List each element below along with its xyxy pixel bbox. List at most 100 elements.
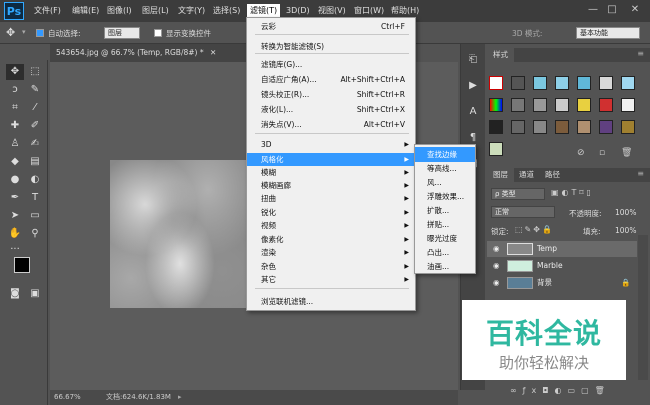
blur-tool-icon[interactable]: ● [6, 172, 24, 188]
move-tool-icon[interactable]: ✥ [6, 64, 24, 80]
tab-paths[interactable]: 路径 [539, 168, 566, 182]
filter-menu-item[interactable]: 杂色 ▶ [247, 260, 415, 273]
eraser-tool-icon[interactable]: ◆ [6, 154, 24, 170]
more-tools-icon[interactable]: ··· [6, 242, 24, 258]
layer-row[interactable]: ◉ Marble [487, 258, 637, 274]
style-swatch[interactable] [599, 120, 613, 134]
style-swatch[interactable] [621, 98, 635, 112]
style-swatch-none[interactable] [489, 76, 503, 90]
style-swatch[interactable] [555, 76, 569, 90]
style-swatch[interactable] [511, 76, 525, 90]
layers-footer-icons[interactable]: ∞ƒx◘◐▭▢🗑 [510, 386, 640, 400]
history-brush-icon[interactable]: ✍ [26, 136, 44, 152]
style-swatch[interactable] [599, 98, 613, 112]
stylize-menu-item[interactable]: 凸出... [415, 245, 475, 260]
stylize-menu-item[interactable]: 查找边缘 [415, 147, 475, 162]
style-swatch[interactable] [533, 120, 547, 134]
filter-menu-item[interactable]: 扭曲 ▶ [247, 192, 415, 205]
panel-menu-icon[interactable]: ≡ [637, 49, 644, 58]
stylize-menu-item[interactable]: 曝光过度 [415, 231, 475, 246]
type-tool-icon[interactable]: T [26, 190, 44, 206]
eye-icon[interactable]: ◉ [493, 275, 500, 291]
path-select-icon[interactable]: ➤ [6, 208, 24, 224]
filter-menu-item[interactable]: 自适应广角(A)... Alt+Shift+Ctrl+A [247, 73, 415, 86]
close-icon[interactable]: ✕ [210, 48, 216, 57]
filter-menu-item[interactable]: 锐化 ▶ [247, 206, 415, 219]
chevron-down-icon[interactable]: ▾ [22, 28, 26, 36]
move-tool-icon[interactable]: ✥ [6, 26, 15, 39]
style-swatch[interactable] [489, 120, 503, 134]
menu-filter[interactable]: 滤镜(T) [247, 4, 281, 18]
hand-tool-icon[interactable]: ✋ [6, 226, 24, 242]
style-swatch[interactable] [621, 120, 635, 134]
pen-tool-icon[interactable]: ✒ [6, 190, 24, 206]
style-swatch[interactable] [511, 120, 525, 134]
menu-file[interactable]: 文件(F) [31, 4, 64, 18]
layer-filter-dropdown[interactable]: ρ 类型 [491, 188, 545, 200]
eye-icon[interactable]: ◉ [493, 241, 500, 257]
style-swatch[interactable] [489, 98, 503, 112]
filter-menu-item[interactable]: 3D ▶ [247, 138, 415, 151]
brush-tool-icon[interactable]: ✐ [26, 118, 44, 134]
menu-select[interactable]: 选择(S) [210, 4, 243, 18]
filter-menu-item[interactable]: 渲染 ▶ [247, 246, 415, 259]
eyedropper-tool-icon[interactable]: ⁄ [26, 100, 44, 116]
style-swatch[interactable] [555, 120, 569, 134]
opacity-value[interactable]: 100% [615, 208, 636, 217]
healing-brush-icon[interactable]: ✚ [6, 118, 24, 134]
character-icon[interactable]: A [464, 104, 482, 120]
clear-style-icon[interactable]: ⊘ [577, 148, 585, 158]
new-style-icon[interactable]: ▫ [599, 148, 605, 158]
style-swatch[interactable] [511, 98, 525, 112]
menu-view[interactable]: 视图(V) [315, 4, 349, 18]
tab-styles[interactable]: 样式 [487, 48, 514, 62]
zoom-level[interactable]: 66.67% [54, 390, 81, 405]
menu-edit[interactable]: 编辑(E) [69, 4, 102, 18]
menu-layer[interactable]: 图层(L) [139, 4, 172, 18]
stylize-menu-item[interactable]: 扩散... [415, 203, 475, 218]
fill-value[interactable]: 100% [615, 226, 636, 235]
history-icon[interactable]: ⎗ [464, 52, 482, 68]
style-swatch[interactable] [599, 76, 613, 90]
layer-filter-icons[interactable]: ▣◐T⌑▯ [551, 188, 594, 197]
filter-menu-item[interactable]: 镜头校正(R)... Shift+Ctrl+R [247, 88, 415, 101]
quick-select-tool-icon[interactable]: ✎ [26, 82, 44, 98]
dodge-tool-icon[interactable]: ◐ [26, 172, 44, 188]
stylize-menu-item[interactable]: 油画... [415, 259, 475, 274]
panel-menu-icon[interactable]: ≡ [637, 169, 644, 178]
tab-layers[interactable]: 图层 [487, 168, 514, 182]
clone-stamp-icon[interactable]: ♙ [6, 136, 24, 152]
stylize-menu-item[interactable]: 浮雕效果... [415, 189, 475, 204]
minimize-button[interactable]: — [586, 3, 600, 17]
tab-channels[interactable]: 通道 [513, 168, 540, 182]
style-swatch[interactable] [621, 76, 635, 90]
stylize-menu-item[interactable]: 拼贴... [415, 217, 475, 232]
blend-mode-dropdown[interactable]: 正常 [491, 206, 555, 218]
menu-type[interactable]: 文字(Y) [175, 4, 208, 18]
workspace-dropdown[interactable]: 基本功能 [576, 27, 640, 39]
layer-row[interactable]: ◉ Temp [487, 241, 637, 257]
style-swatch[interactable] [577, 98, 591, 112]
filter-menu-item[interactable]: 滤镜库(G)... [247, 58, 415, 71]
stylize-menu-item[interactable]: 风... [415, 175, 475, 190]
menu-help[interactable]: 帮助(H) [388, 4, 422, 18]
filter-menu-item[interactable]: 消失点(V)... Alt+Ctrl+V [247, 118, 415, 131]
zoom-tool-icon[interactable]: ⚲ [26, 226, 44, 242]
stylize-menu-item[interactable]: 等高线... [415, 161, 475, 176]
auto-select-checkbox[interactable] [36, 29, 44, 37]
style-swatch[interactable] [533, 98, 547, 112]
actions-play-icon[interactable]: ▶ [464, 78, 482, 94]
quick-mask-icon[interactable]: ◙ [6, 286, 24, 302]
lasso-tool-icon[interactable]: ↄ [6, 82, 24, 98]
crop-tool-icon[interactable]: ⌗ [6, 100, 24, 116]
document-canvas-clouds[interactable] [110, 160, 250, 308]
eye-icon[interactable]: ◉ [493, 258, 500, 274]
filter-menu-item[interactable]: 转换为智能滤镜(S) [247, 40, 415, 53]
layers-scrollbar[interactable] [638, 235, 648, 380]
style-swatch[interactable] [577, 76, 591, 90]
filter-menu-item[interactable]: 视频 ▶ [247, 219, 415, 232]
marquee-tool-icon[interactable]: ⬚ [26, 64, 44, 80]
style-swatch[interactable] [489, 142, 503, 156]
chevron-right-icon[interactable]: ▸ [178, 390, 182, 405]
style-swatch[interactable] [533, 76, 547, 90]
